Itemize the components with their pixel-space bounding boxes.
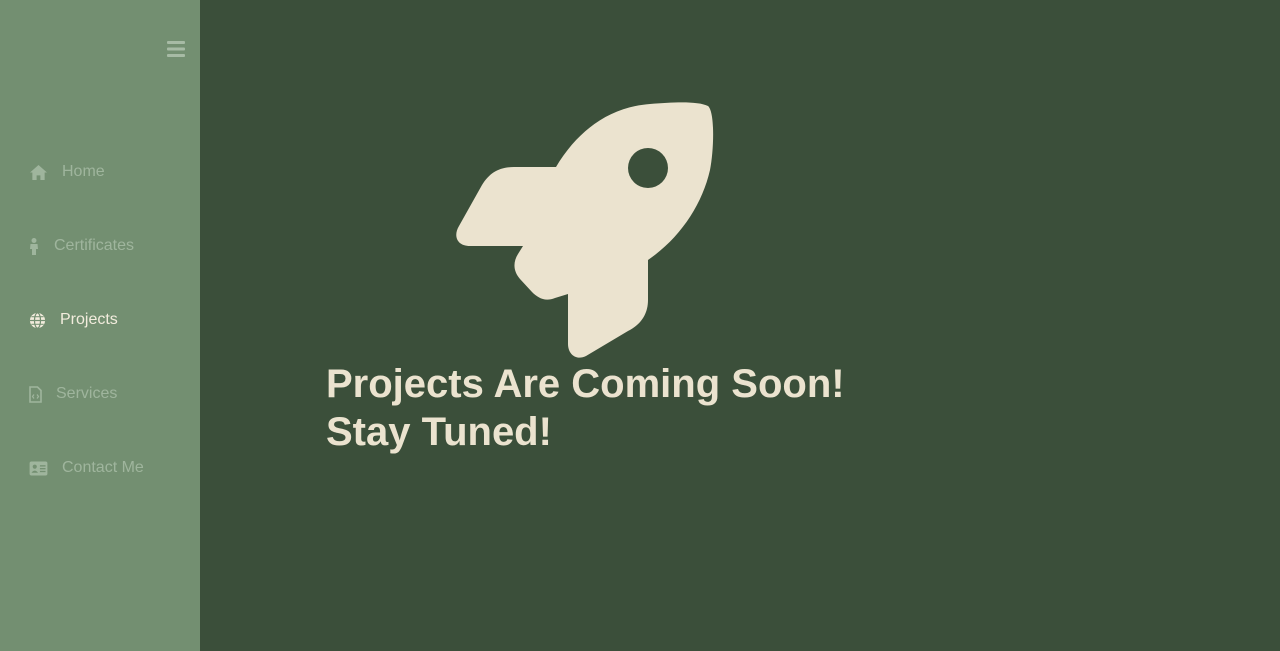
person-icon xyxy=(28,237,40,255)
sidebar-item-services[interactable]: Services xyxy=(28,382,117,406)
heading-line-1: Projects Are Coming Soon! xyxy=(326,362,845,406)
id-card-icon xyxy=(28,460,48,476)
app-root: Home Certificates Projects Services Cont… xyxy=(0,0,1280,651)
home-icon xyxy=(28,164,48,181)
sidebar-item-certificates[interactable]: Certificates xyxy=(28,234,134,258)
hamburger-menu-icon[interactable] xyxy=(166,40,186,58)
rocket-icon xyxy=(455,102,715,360)
sidebar-item-label: Home xyxy=(62,163,105,180)
sidebar: Home Certificates Projects Services Cont… xyxy=(0,0,200,651)
globe-icon xyxy=(28,311,46,329)
sidebar-item-contact-me[interactable]: Contact Me xyxy=(28,456,144,480)
sidebar-item-projects[interactable]: Projects xyxy=(28,308,118,332)
page-heading: Projects Are Coming Soon! Stay Tuned! xyxy=(326,360,845,456)
sidebar-item-label: Contact Me xyxy=(62,459,144,476)
main-content: Projects Are Coming Soon! Stay Tuned! xyxy=(200,0,1280,651)
sidebar-item-label: Services xyxy=(56,385,118,402)
sidebar-item-label: Projects xyxy=(60,311,118,328)
code-file-icon xyxy=(28,385,42,403)
sidebar-item-home[interactable]: Home xyxy=(28,160,105,184)
heading-line-2: Stay Tuned! xyxy=(326,410,552,454)
sidebar-item-label: Certificates xyxy=(54,237,135,254)
